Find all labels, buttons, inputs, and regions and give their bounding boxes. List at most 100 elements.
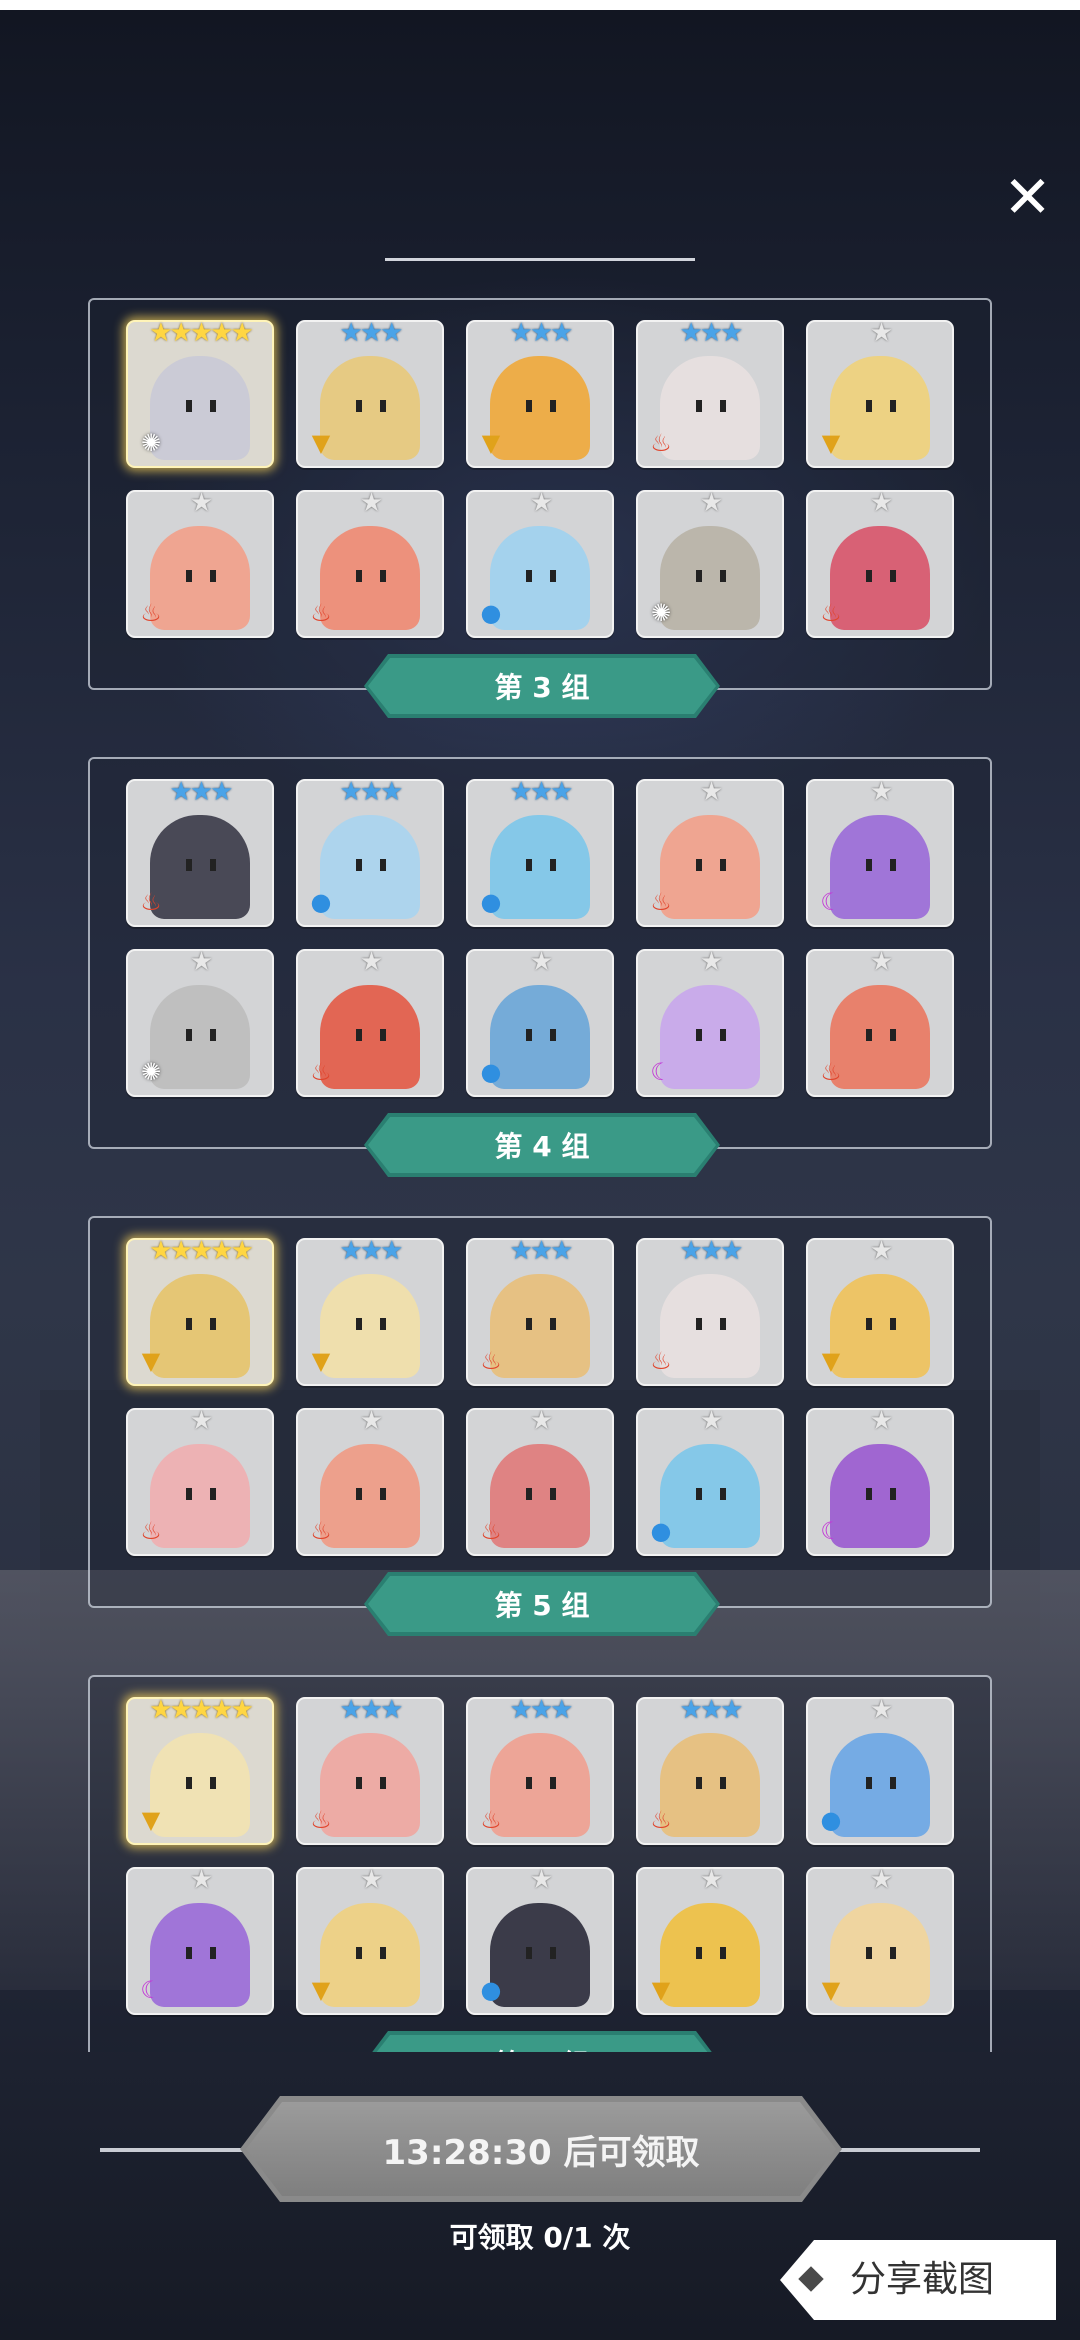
hero-eyes [186,1029,216,1041]
hero-card[interactable]: ☾ ★ [126,1865,274,2015]
hero-card[interactable]: ♨ ★★★ [636,1695,784,1845]
hero-card[interactable]: ✺ ★ [126,947,274,1097]
rarity-stars: ★ [699,777,723,807]
fire-element-icon: ♨ [310,599,332,627]
hero-card[interactable]: ♨ ★ [466,1406,614,1556]
hero-card[interactable]: ♨ ★★★ [466,1236,614,1386]
hero-eyes [866,1777,896,1789]
rarity-stars: ★ [699,1406,723,1436]
hero-card[interactable]: ● ★ [636,1406,784,1556]
hero-eyes [866,570,896,582]
dark-element-icon: ☾ [650,1058,672,1086]
hero-eyes [526,570,556,582]
hero-card[interactable]: ♨ ★ [806,488,954,638]
hero-eyes [356,570,386,582]
hero-card[interactable]: ♨ ★ [126,488,274,638]
wind-element-icon: ▼ [311,1347,331,1375]
hero-eyes [526,1777,556,1789]
fire-element-icon: ♨ [820,599,842,627]
fire-element-icon: ♨ [650,888,672,916]
share-label: 分享截图 [850,2259,995,2300]
hero-eyes [356,859,386,871]
hero-card[interactable]: ▼ ★★★★★ [126,1695,274,1845]
hero-card[interactable]: ☾ ★ [806,777,954,927]
hero-card[interactable]: ▼ ★ [806,1865,954,2015]
claim-button[interactable]: 13:28:30 后可领取 [240,2096,842,2202]
hero-card[interactable]: ♨ ★ [636,777,784,927]
hero-card[interactable]: ♨ ★★★ [296,1695,444,1845]
hero-eyes [186,1488,216,1500]
hero-card[interactable]: ▼ ★★★ [296,318,444,468]
hero-card[interactable]: ● ★ [466,947,614,1097]
rarity-stars: ★ [359,488,383,518]
fire-element-icon: ♨ [310,1058,332,1086]
group-label: 第 6 组 [495,2043,590,2052]
rarity-stars: ★★★ [509,1695,574,1725]
dark-element-icon: ☾ [820,888,842,916]
close-button[interactable]: ✕ [995,165,1060,230]
hero-group: ✺ ★★★★★ ▼ ★★★ ▼ ★★★ ♨ ★★★ ▼ ★ ♨ ★ ♨ ★ ● ★ ✺ ★ ♨ ★ 第 3 组 [88,298,992,728]
hero-card[interactable]: ▼ ★ [806,318,954,468]
water-element-icon: ● [480,888,502,916]
light-element-icon: ✺ [140,429,162,457]
rarity-stars: ★ [869,947,893,977]
hero-card[interactable]: ▼ ★★★ [466,318,614,468]
hero-eyes [866,1488,896,1500]
hero-card[interactable]: ● ★★★ [466,777,614,927]
hero-eyes [526,1318,556,1330]
rarity-stars: ★★★ [509,1236,574,1266]
hero-eyes [696,1029,726,1041]
rarity-stars: ★ [359,1865,383,1895]
fire-element-icon: ♨ [650,1806,672,1834]
hero-eyes [356,1947,386,1959]
rarity-stars: ★ [869,1236,893,1266]
hero-card[interactable]: ▼ ★ [636,1865,784,2015]
hero-card[interactable]: ✺ ★★★★★ [126,318,274,468]
hero-eyes [696,400,726,412]
hero-card[interactable]: ☾ ★ [636,947,784,1097]
hero-card[interactable]: ● ★ [466,488,614,638]
hero-eyes [696,1318,726,1330]
hero-eyes [526,859,556,871]
rarity-stars: ★ [869,777,893,807]
share-icon [798,2266,824,2292]
hero-eyes [186,1318,216,1330]
hero-eyes [696,859,726,871]
hero-card[interactable]: ♨ ★ [296,1406,444,1556]
hero-card[interactable]: ▼ ★ [296,1865,444,2015]
rarity-stars: ★ [189,947,213,977]
hero-card[interactable]: ▼ ★★★★★ [126,1236,274,1386]
rarity-stars: ★★★ [509,777,574,807]
hero-eyes [186,859,216,871]
hero-card[interactable]: ♨ ★★★ [636,1236,784,1386]
hero-card[interactable]: ♨ ★ [296,488,444,638]
rarity-stars: ★★★★★ [149,1695,254,1725]
group-list[interactable]: ✺ ★★★★★ ▼ ★★★ ▼ ★★★ ♨ ★★★ ▼ ★ ♨ ★ ♨ ★ ● ★ ✺ ★ ♨ ★ 第 3 组 ♨ ★★★ ●… [0,290,1080,2052]
hero-card[interactable]: ♨ ★ [126,1406,274,1556]
hero-card[interactable]: ▼ ★ [806,1236,954,1386]
share-screenshot-button[interactable]: 分享截图 [780,2240,1056,2320]
water-element-icon: ● [820,1806,842,1834]
dark-element-icon: ☾ [140,1976,162,2004]
wind-element-icon: ▼ [141,1806,161,1834]
hero-eyes [696,570,726,582]
fire-element-icon: ♨ [140,599,162,627]
hero-card[interactable]: ☾ ★ [806,1406,954,1556]
hero-card[interactable]: ● ★ [806,1695,954,1845]
claim-button-label: 13:28:30 后可领取 [382,2132,700,2173]
hero-card[interactable]: ♨ ★★★ [466,1695,614,1845]
rarity-stars: ★ [869,1695,893,1725]
hero-card[interactable]: ✺ ★ [636,488,784,638]
hero-card[interactable]: ♨ ★★★ [126,777,274,927]
rarity-stars: ★ [189,1406,213,1436]
hero-card[interactable]: ♨ ★ [806,947,954,1097]
rarity-stars: ★★★ [679,318,744,348]
hero-card[interactable]: ▼ ★★★ [296,1236,444,1386]
wind-element-icon: ▼ [821,1976,841,2004]
hero-card[interactable]: ● ★ [466,1865,614,2015]
fire-element-icon: ♨ [650,1347,672,1375]
footer-divider-left [100,2148,250,2152]
hero-card[interactable]: ● ★★★ [296,777,444,927]
hero-card[interactable]: ♨ ★ [296,947,444,1097]
hero-card[interactable]: ♨ ★★★ [636,318,784,468]
